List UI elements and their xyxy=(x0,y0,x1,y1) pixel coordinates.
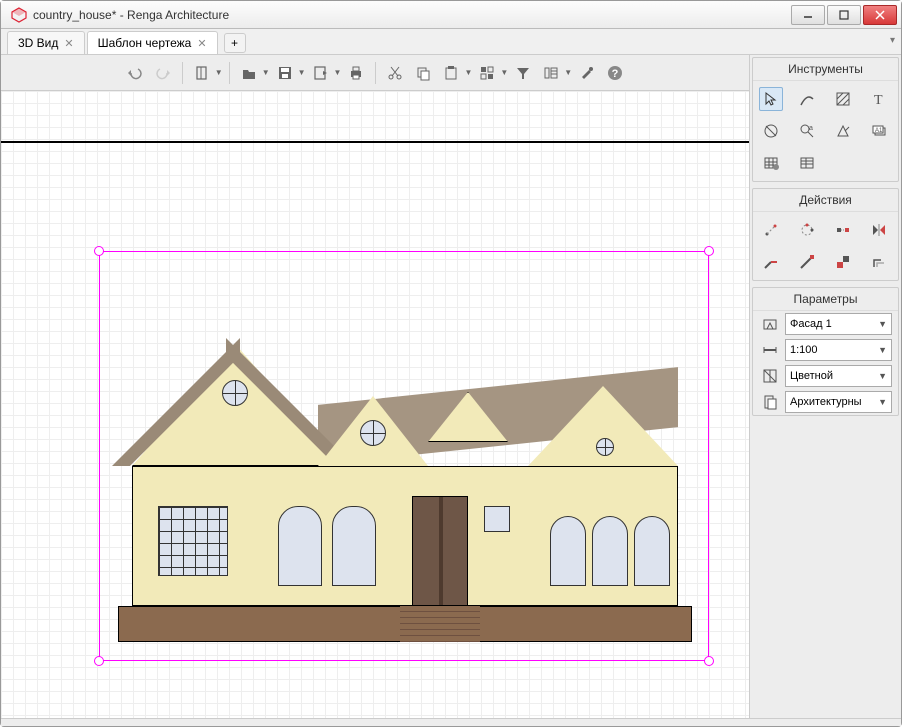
resize-handle[interactable] xyxy=(704,656,714,666)
paste-button[interactable] xyxy=(438,60,464,86)
side-panel: Инструменты T a A1 Действия xyxy=(749,55,901,718)
dropdown-caret-icon[interactable]: ▼ xyxy=(334,68,342,77)
selection-frame[interactable] xyxy=(99,251,709,661)
app-icon xyxy=(11,7,27,23)
tools-panel: Инструменты T a A1 xyxy=(752,57,899,182)
dropdown-caret-icon[interactable]: ▼ xyxy=(262,68,270,77)
schedule-tool[interactable] xyxy=(795,151,819,175)
close-icon[interactable]: ✕ xyxy=(64,37,73,50)
svg-text:?: ? xyxy=(612,68,619,80)
add-tab-button[interactable]: + xyxy=(224,33,246,53)
resize-handle[interactable] xyxy=(704,246,714,256)
tab-label: 3D Вид xyxy=(18,36,58,50)
panel-title: Параметры xyxy=(753,288,898,311)
text-tool[interactable]: T xyxy=(867,87,891,111)
select-tool[interactable] xyxy=(759,87,783,111)
drawing-canvas[interactable] xyxy=(1,91,749,718)
table-tool[interactable] xyxy=(759,151,783,175)
print-button[interactable] xyxy=(343,60,369,86)
copy-action[interactable] xyxy=(831,218,855,242)
offset-action[interactable] xyxy=(867,250,891,274)
house-drawing xyxy=(118,312,692,642)
scale-action[interactable] xyxy=(831,250,855,274)
dropdown-caret-icon[interactable]: ▼ xyxy=(298,68,306,77)
move-action[interactable] xyxy=(759,218,783,242)
close-button[interactable] xyxy=(863,5,897,25)
settings-button[interactable] xyxy=(574,60,600,86)
svg-text:T: T xyxy=(874,93,883,107)
view-icon xyxy=(759,313,781,335)
mirror-action[interactable] xyxy=(867,218,891,242)
trim-action[interactable] xyxy=(759,250,783,274)
help-button[interactable]: ? xyxy=(602,60,628,86)
resize-handle[interactable] xyxy=(94,656,104,666)
save-button[interactable] xyxy=(272,60,298,86)
actions-panel: Действия xyxy=(752,188,899,281)
minimize-button[interactable] xyxy=(791,5,825,25)
svg-text:a: a xyxy=(809,125,813,132)
undo-button[interactable] xyxy=(122,60,148,86)
preset-select[interactable]: Архитектурны▼ xyxy=(785,391,892,413)
extend-action[interactable] xyxy=(795,250,819,274)
resize-handle[interactable] xyxy=(94,246,104,256)
new-button[interactable] xyxy=(189,60,215,86)
rotate-action[interactable] xyxy=(795,218,819,242)
dropdown-caret-icon[interactable]: ▼ xyxy=(564,68,572,77)
filter-button[interactable] xyxy=(510,60,536,86)
dropdown-caret-icon[interactable]: ▼ xyxy=(500,68,508,77)
tab-bar: 3D Вид ✕ Шаблон чертежа ✕ + ▾ xyxy=(1,29,901,55)
line-tool[interactable] xyxy=(795,87,819,111)
section-tool[interactable] xyxy=(831,119,855,143)
view-select[interactable]: Фасад 1▼ xyxy=(785,313,892,335)
export-button[interactable] xyxy=(308,60,334,86)
panel-title: Инструменты xyxy=(753,58,898,81)
hatch-tool[interactable] xyxy=(831,87,855,111)
panel-title: Действия xyxy=(753,189,898,212)
page-boundary xyxy=(1,141,749,143)
window-title: country_house* - Renga Architecture xyxy=(33,8,789,22)
copy-button[interactable] xyxy=(410,60,436,86)
tab-drawing-template[interactable]: Шаблон чертежа ✕ xyxy=(87,31,218,54)
status-bar xyxy=(1,718,901,726)
parameters-panel: Параметры Фасад 1▼ 1:100▼ Цветной▼ Архит… xyxy=(752,287,899,416)
style-select[interactable]: Цветной▼ xyxy=(785,365,892,387)
main-toolbar: ▼ ▼ ▼ ▼ ▼ ▼ ▼ ? xyxy=(1,55,749,91)
svg-text:A1: A1 xyxy=(875,128,883,134)
titlebar: country_house* - Renga Architecture xyxy=(1,1,901,29)
maximize-button[interactable] xyxy=(827,5,861,25)
dimension-tool[interactable]: a xyxy=(795,119,819,143)
style-icon xyxy=(759,365,781,387)
tab-label: Шаблон чертежа xyxy=(98,36,192,50)
tab-3d-view[interactable]: 3D Вид ✕ xyxy=(7,31,85,54)
scale-select[interactable]: 1:100▼ xyxy=(785,339,892,361)
styles-button[interactable] xyxy=(474,60,500,86)
scale-icon xyxy=(759,339,781,361)
layers-button[interactable] xyxy=(538,60,564,86)
cut-button[interactable] xyxy=(382,60,408,86)
preset-icon xyxy=(759,391,781,413)
redo-button[interactable] xyxy=(150,60,176,86)
dropdown-caret-icon[interactable]: ▼ xyxy=(464,68,472,77)
open-button[interactable] xyxy=(236,60,262,86)
dropdown-caret-icon[interactable]: ▼ xyxy=(215,68,223,77)
axis-tool[interactable] xyxy=(759,119,783,143)
close-icon[interactable]: ✕ xyxy=(197,37,206,50)
label-tool[interactable]: A1 xyxy=(867,119,891,143)
tabs-menu-chevron-icon[interactable]: ▾ xyxy=(890,35,895,46)
